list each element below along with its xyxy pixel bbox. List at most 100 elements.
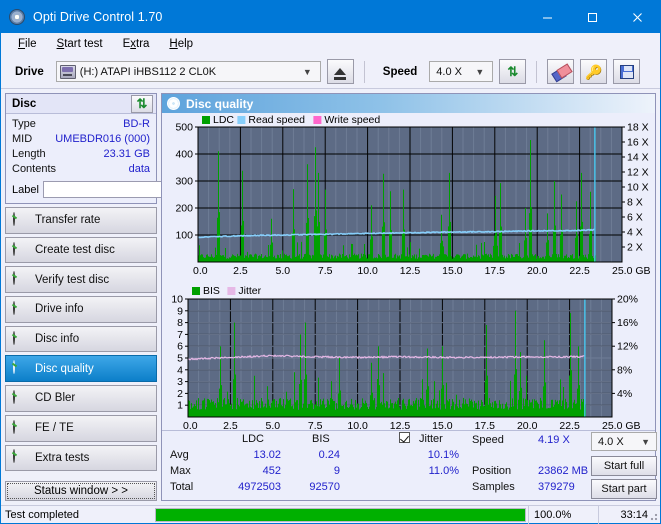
svg-text:9: 9 xyxy=(177,305,183,317)
menu-start-test[interactable]: Start test xyxy=(49,36,111,52)
position-value: 23862 MB xyxy=(538,465,589,477)
samples-value: 379279 xyxy=(538,481,575,493)
results-col-bis: BIS xyxy=(312,433,330,445)
svg-text:7: 7 xyxy=(177,329,183,341)
svg-text:15.0: 15.0 xyxy=(442,265,463,277)
disc-icon xyxy=(13,389,28,406)
disc-quality-header: Disc quality xyxy=(162,94,655,113)
sidebar-item-label: Extra tests xyxy=(35,451,90,464)
position-label: Position xyxy=(472,465,512,477)
eject-button[interactable] xyxy=(326,59,354,84)
maximize-button[interactable] xyxy=(570,1,615,33)
keys-button[interactable]: 🔑 xyxy=(580,59,608,84)
svg-text:Read speed: Read speed xyxy=(248,114,305,126)
floppy-disk-icon xyxy=(619,64,634,79)
sidebar-item-extra-tests[interactable]: Extra tests xyxy=(5,444,157,472)
test-speed-select[interactable]: 4.0 X ▼ xyxy=(591,432,657,451)
results-col-ldc: LDC xyxy=(242,433,265,445)
chart-ldc-svg: LDC Read speed Write speed 100 200 300 400 500 2… xyxy=(175,114,650,277)
svg-text:2.5: 2.5 xyxy=(233,265,248,277)
menu-extra[interactable]: Extra xyxy=(115,36,158,52)
svg-text:20%: 20% xyxy=(617,294,638,306)
svg-text:LDC: LDC xyxy=(213,114,234,126)
svg-text:3: 3 xyxy=(177,376,183,388)
menu-help[interactable]: Help xyxy=(161,36,201,52)
jitter-checkbox[interactable] xyxy=(399,432,410,444)
sidebar-item-label: CD Bler xyxy=(35,392,76,405)
resize-grip[interactable] xyxy=(648,511,658,521)
disc-icon xyxy=(13,300,28,317)
refresh-icon: ⇅ xyxy=(136,96,148,111)
svg-text:BIS: BIS xyxy=(203,285,220,297)
eraser-icon xyxy=(553,66,569,78)
sidebar-item-create-test-disc[interactable]: Create test disc xyxy=(5,236,157,264)
test-speed-value: 4.0 X xyxy=(598,435,624,448)
chevron-down-icon: ▼ xyxy=(302,66,312,77)
progress-bar-fill xyxy=(156,508,525,521)
charts-area: LDC Read speed Write speed 100 200 300 400 500 2… xyxy=(162,113,655,432)
svg-text:Jitter: Jitter xyxy=(238,285,261,297)
erase-button[interactable] xyxy=(547,59,575,84)
svg-text:8 X: 8 X xyxy=(627,197,643,209)
minimize-button[interactable] xyxy=(525,1,570,33)
drive-select[interactable]: (H:) ATAPI iHBS112 2 CL0K ▼ xyxy=(55,61,321,82)
disc-panel-header: Disc ⇅ xyxy=(6,94,156,114)
disc-row-type-value: BD-R xyxy=(123,118,150,130)
disc-refresh-button[interactable]: ⇅ xyxy=(131,94,153,113)
svg-text:16 X: 16 X xyxy=(627,137,649,149)
jitter-label: Jitter xyxy=(419,433,443,445)
chart-ldc-readspeed[interactable]: LDC Read speed Write speed 100 200 300 400 500 2… xyxy=(162,113,655,283)
svg-text:5: 5 xyxy=(177,353,183,365)
app-body: Disc ⇅ Type BD-R MID UMEBDR016 (000) Len… xyxy=(1,89,660,505)
disc-row-contents-key: Contents xyxy=(12,163,57,175)
status-bar: Test completed 100.0% 33:14 xyxy=(1,505,660,524)
sidebar-item-cd-bler[interactable]: CD Bler xyxy=(5,385,157,412)
sidebar-item-label: Transfer rate xyxy=(35,214,101,227)
toolbar-separator-1 xyxy=(363,60,365,83)
speed-select[interactable]: 4.0 X ▼ xyxy=(429,61,494,82)
main-panel: Disc quality LDC Read speed Write speed 100… xyxy=(161,93,657,501)
save-button[interactable] xyxy=(613,59,641,84)
ldc-avg-value: 13.02 xyxy=(253,449,281,461)
start-full-button[interactable]: Start full xyxy=(591,456,657,476)
results-row-avg: Avg xyxy=(170,449,189,461)
disc-icon xyxy=(13,271,28,287)
disc-row-length-key: Length xyxy=(12,148,46,160)
sidebar-item-label: Create test disc xyxy=(35,244,115,257)
disc-row-mid-value: UMEBDR016 (000) xyxy=(55,133,150,145)
svg-text:300: 300 xyxy=(175,176,193,188)
disc-row-length: Length 23.31 GB xyxy=(12,147,150,162)
menu-file-rest: ile xyxy=(25,38,37,50)
keys-icon: 🔑 xyxy=(585,63,603,80)
svg-text:17.5: 17.5 xyxy=(485,265,506,277)
jitter-avg-value: 10.1% xyxy=(427,449,459,461)
drive-label: Drive xyxy=(15,65,44,78)
chart-bis-jitter[interactable]: BIS Jitter 1 2 3 4 5 6 7 8 9 10 4% 8% 12% 16% 20% 0.0 2.5 5… xyxy=(162,283,655,438)
bis-avg-value: 0.24 xyxy=(318,449,340,461)
sidebar-item-transfer-rate[interactable]: Transfer rate xyxy=(5,207,157,234)
sidebar-item-verify-test-disc[interactable]: Verify test disc xyxy=(5,266,157,294)
disc-label-row: Label xyxy=(12,180,245,199)
sidebar-item-label: Disc quality xyxy=(35,362,94,375)
disc-row-contents: Contents data xyxy=(12,162,150,177)
window-controls xyxy=(525,1,660,33)
menu-file[interactable]: File xyxy=(10,36,45,52)
svg-text:12%: 12% xyxy=(617,341,638,353)
refresh-button[interactable]: ⇅ xyxy=(499,59,527,84)
start-part-button[interactable]: Start part xyxy=(591,479,657,499)
svg-text:10 X: 10 X xyxy=(627,182,649,194)
sidebar-item-fe-te[interactable]: FE / TE xyxy=(5,414,157,442)
sidebar-item-disc-info[interactable]: Disc info xyxy=(5,325,157,353)
svg-text:2: 2 xyxy=(177,388,183,400)
disc-panel: Disc ⇅ Type BD-R MID UMEBDR016 (000) Len… xyxy=(5,93,245,204)
page-title: Disc quality xyxy=(186,96,254,111)
close-button[interactable] xyxy=(615,1,660,33)
svg-text:1: 1 xyxy=(177,400,183,412)
sidebar-item-drive-info[interactable]: Drive info xyxy=(5,296,157,323)
svg-text:4%: 4% xyxy=(617,388,632,400)
disc-row-type: Type BD-R xyxy=(12,117,150,132)
svg-text:12 X: 12 X xyxy=(627,167,649,179)
status-window-button[interactable]: Status window > > xyxy=(5,481,157,501)
sidebar-item-disc-quality[interactable]: Disc quality xyxy=(5,355,157,383)
